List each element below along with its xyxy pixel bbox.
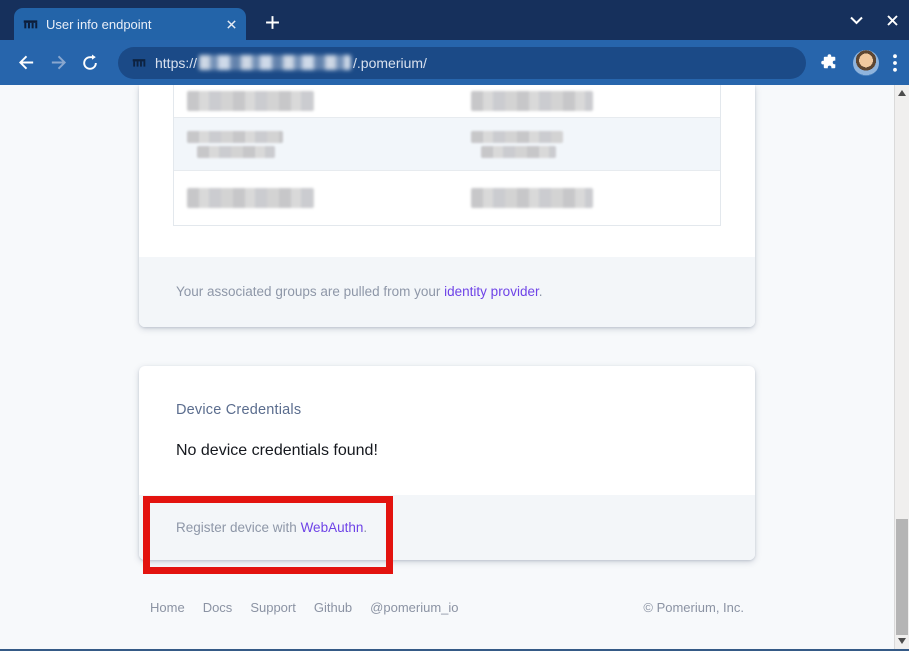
footer-link-docs[interactable]: Docs (203, 600, 233, 615)
toolbar-right (820, 50, 897, 76)
footer-link-twitter[interactable]: @pomerium_io (370, 600, 458, 615)
redacted-cell (197, 146, 275, 158)
no-credentials-message: No device credentials found! (176, 442, 718, 460)
browser-toolbar: https:// /.pomerium/ (0, 40, 909, 85)
page-content: Your associated groups are pulled from y… (139, 85, 755, 615)
table-row (174, 118, 720, 171)
copyright-text: © Pomerium, Inc. (643, 600, 744, 615)
redacted-cell (187, 131, 283, 143)
redacted-cell (471, 131, 563, 143)
groups-note-text: Your associated groups are pulled from y… (176, 284, 444, 299)
register-device-text: Register device with (176, 520, 301, 535)
new-tab-button[interactable] (259, 9, 285, 35)
forward-icon[interactable] (42, 47, 74, 79)
window-close-icon[interactable] (886, 14, 899, 27)
tab-strip: User info endpoint (0, 0, 909, 40)
extensions-puzzle-icon[interactable] (820, 53, 839, 72)
redacted-cell (187, 91, 314, 111)
scroll-down-icon[interactable] (898, 638, 906, 644)
footer-link-github[interactable]: Github (314, 600, 352, 615)
chevron-down-icon[interactable] (849, 15, 864, 25)
device-card-footer: Register device with WebAuthn. (139, 495, 755, 560)
redacted-cell (471, 188, 593, 208)
url-path: /.pomerium/ (353, 55, 427, 71)
groups-note-period: . (539, 284, 543, 299)
page-viewport: Your associated groups are pulled from y… (0, 85, 909, 649)
browser-window: User info endpoint (0, 0, 909, 651)
tab-close-icon[interactable] (226, 19, 237, 30)
tab-title: User info endpoint (46, 17, 218, 32)
footer-link-support[interactable]: Support (250, 600, 296, 615)
address-bar[interactable]: https:// /.pomerium/ (118, 47, 806, 79)
identity-provider-link[interactable]: identity provider (444, 284, 539, 299)
kebab-menu-icon[interactable] (893, 54, 897, 72)
reload-icon[interactable] (74, 47, 106, 79)
vertical-scrollbar[interactable] (894, 85, 909, 649)
site-favicon-icon (132, 56, 146, 70)
claims-table (173, 85, 721, 226)
url-redacted-host (199, 55, 351, 70)
redacted-cell (187, 188, 314, 208)
profile-avatar[interactable] (853, 50, 879, 76)
device-credentials-title: Device Credentials (176, 402, 718, 418)
back-icon[interactable] (10, 47, 42, 79)
tab-user-info-endpoint[interactable]: User info endpoint (14, 8, 246, 40)
pomerium-favicon-icon (23, 17, 38, 32)
redacted-cell (481, 146, 556, 158)
window-controls (849, 0, 899, 40)
table-row (174, 85, 720, 118)
url-text: https:// /.pomerium/ (155, 55, 427, 71)
groups-card: Your associated groups are pulled from y… (139, 85, 755, 327)
scrollbar-thumb[interactable] (896, 519, 908, 635)
webauthn-link[interactable]: WebAuthn (301, 520, 364, 535)
redacted-cell (471, 91, 593, 111)
url-scheme: https:// (155, 55, 197, 71)
page-footer: Home Docs Support Github @pomerium_io © … (139, 600, 755, 615)
device-credentials-card: Device Credentials No device credentials… (139, 366, 755, 560)
register-device-period: . (363, 520, 367, 535)
groups-card-footer: Your associated groups are pulled from y… (139, 257, 755, 327)
footer-link-home[interactable]: Home (150, 600, 185, 615)
scroll-up-icon[interactable] (898, 90, 906, 96)
table-row (174, 171, 720, 225)
